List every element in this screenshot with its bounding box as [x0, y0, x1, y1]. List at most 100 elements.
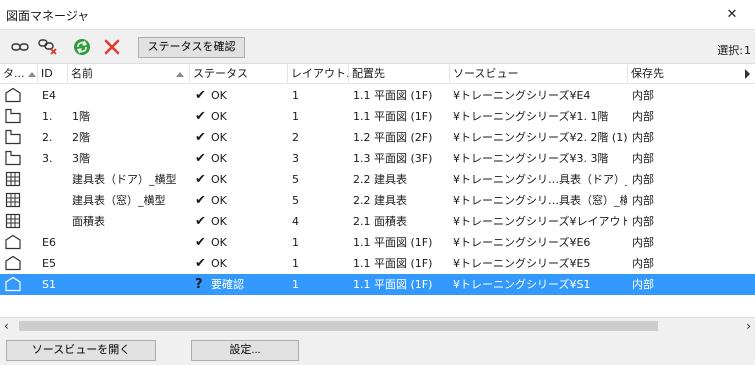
cell-status: ✔ OK	[195, 85, 288, 106]
cell-status: ✔ OK	[195, 127, 288, 148]
cell-storage: 内部	[632, 131, 654, 144]
checkmark-icon: ✔	[195, 256, 206, 271]
close-icon[interactable]: ✕	[723, 6, 741, 24]
house-icon	[4, 255, 22, 271]
cell-placement: 1.1 平面図 (1F)	[353, 110, 433, 123]
cell-source-view: ¥トレーニングシリーズ¥S1	[453, 278, 591, 291]
cell-id: E4	[42, 89, 56, 102]
cell-storage: 内部	[632, 110, 654, 123]
unlink-icon[interactable]	[38, 37, 58, 57]
column-header-placement[interactable]: 配置先	[349, 64, 450, 84]
cell-storage: 内部	[632, 152, 654, 165]
cell-source-view: ¥トレーニングシリーズ¥1. 1階	[453, 110, 609, 123]
cell-id: E6	[42, 236, 56, 249]
status-text: OK	[211, 236, 227, 249]
column-header-source-view-label: ソースビュー	[453, 67, 519, 80]
column-header-status-label: ステータス	[193, 67, 248, 80]
cell-id: 1.	[42, 110, 53, 123]
cell-storage: 内部	[632, 236, 654, 249]
scroll-right-arrow-icon[interactable]: ›	[746, 319, 751, 333]
table-row[interactable]: 3. 3階 ✔ OK 3 1.3 平面図 (3F) ¥トレーニングシリーズ¥3. 3階 内部	[0, 148, 755, 169]
cell-id	[42, 211, 68, 232]
checkmark-icon: ✔	[195, 151, 206, 166]
schedule-icon	[4, 192, 22, 208]
question-mark-icon: ?	[195, 277, 203, 292]
column-header-layout[interactable]: レイアウト...	[288, 64, 349, 84]
table-row[interactable]: 面積表 ✔ OK 4 2.1 面積表 ¥トレーニングシリーズ¥レイアウト¥面積表内部	[0, 211, 755, 232]
status-text: OK	[211, 215, 227, 228]
table-row[interactable]: 建具表（ドア）_横型 ✔ OK 5 2.2 建具表 ¥トレーニングシリ…具表（ドア）_横型…	[0, 169, 755, 190]
cell-source-view: ¥トレーニングシリ…具表（ドア）_横型	[453, 173, 627, 186]
selection-label: 選択:	[717, 44, 743, 57]
scrollbar-thumb[interactable]	[19, 321, 658, 331]
cell-layout: 4	[292, 215, 299, 228]
column-header-source-view[interactable]: ソースビュー	[450, 64, 628, 84]
open-source-view-button[interactable]: ソースビューを開く	[6, 340, 156, 361]
table-row[interactable]: 建具表（窓）_横型 ✔ OK 5 2.2 建具表 ¥トレーニングシリ…具表（窓）_横型 内部	[0, 190, 755, 211]
column-header-name-label: 名前	[71, 67, 93, 80]
table-row[interactable]: 1. 1階 ✔ OK 1 1.1 平面図 (1F) ¥トレーニングシリーズ¥1. 1階 内部	[0, 106, 755, 127]
cell-layout: 3	[292, 152, 299, 165]
cell-placement: 2.2 建具表	[353, 194, 407, 207]
column-header-type-label: タ...	[3, 67, 25, 80]
cell-layout: 5	[292, 173, 299, 186]
column-header-storage[interactable]: 保存先	[628, 64, 738, 84]
sort-ascending-icon	[28, 72, 36, 77]
cell-source-view: ¥トレーニングシリーズ¥E5	[453, 257, 591, 270]
toolbar: ステータスを確認 選択:1	[0, 31, 755, 62]
cell-name: 1階	[72, 110, 90, 123]
link-icon[interactable]	[10, 37, 30, 57]
schedule-icon	[4, 171, 22, 187]
column-header-storage-label: 保存先	[631, 67, 664, 80]
cell-placement: 1.3 平面図 (3F)	[353, 152, 433, 165]
scroll-left-arrow-icon[interactable]: ‹	[4, 319, 9, 333]
checkmark-icon: ✔	[195, 172, 206, 187]
window-title: 図面マネージャ	[6, 9, 90, 23]
cell-source-view: ¥トレーニングシリーズ¥3. 3階	[453, 152, 609, 165]
settings-button[interactable]: 設定...	[191, 340, 299, 361]
status-text: OK	[211, 257, 227, 270]
cell-status: ✔ OK	[195, 211, 288, 232]
cell-layout: 5	[292, 194, 299, 207]
checkmark-icon: ✔	[195, 235, 206, 250]
status-text: OK	[211, 131, 227, 144]
column-header-name[interactable]: 名前	[68, 64, 190, 84]
check-status-button[interactable]: ステータスを確認	[138, 37, 245, 58]
cell-name: 建具表（窓）_横型	[72, 194, 166, 207]
cell-placement: 1.1 平面図 (1F)	[353, 236, 433, 249]
cell-layout: 1	[292, 236, 299, 249]
cell-storage: 内部	[632, 215, 654, 228]
schedule-icon	[4, 213, 22, 229]
table-row[interactable]: 2. 2階 ✔ OK 2 1.2 平面図 (2F) ¥トレーニングシリーズ¥2. 2階 (1…	[0, 127, 755, 148]
cell-storage: 内部	[632, 278, 654, 291]
cell-status: ✔ OK	[195, 169, 288, 190]
checkmark-icon: ✔	[195, 193, 206, 208]
cell-name	[72, 253, 190, 274]
horizontal-scrollbar[interactable]: ‹ ›	[0, 319, 755, 333]
cell-id: 3.	[42, 152, 53, 165]
cell-id: E5	[42, 257, 56, 270]
drawing-table: タ... ID 名前 ステータス レイアウト... 配置先 ソースビュー 保存先…	[0, 63, 755, 318]
scroll-right-icon[interactable]	[745, 69, 750, 79]
table-row[interactable]: E4 ✔ OK 1 1.1 平面図 (1F) ¥トレーニングシリーズ¥E4 内部	[0, 85, 755, 106]
cell-name: 建具表（ドア）_横型	[72, 173, 177, 186]
cell-placement: 1.2 平面図 (2F)	[353, 131, 433, 144]
floor-plan-icon	[4, 108, 22, 124]
cell-id: S1	[42, 278, 56, 291]
table-row[interactable]: E6 ✔ OK 1 1.1 平面図 (1F) ¥トレーニングシリーズ¥E6 内部	[0, 232, 755, 253]
table-header: タ... ID 名前 ステータス レイアウト... 配置先 ソースビュー 保存先	[0, 64, 755, 84]
cell-source-view: ¥トレーニングシリーズ¥E6	[453, 236, 591, 249]
refresh-icon[interactable]	[72, 37, 92, 57]
cell-name	[72, 274, 190, 295]
cell-status: ? 要確認	[195, 274, 288, 295]
cell-source-view: ¥トレーニングシリーズ¥2. 2階 (1)	[453, 131, 627, 144]
cell-status: ✔ OK	[195, 106, 288, 127]
table-row[interactable]: S1? 要確認 1 1.1 平面図 (1F) ¥トレーニングシリーズ¥S1 内部	[0, 274, 755, 295]
cell-layout: 1	[292, 257, 299, 270]
delete-icon[interactable]	[102, 37, 122, 57]
selection-indicator: 選択:1	[717, 42, 751, 58]
status-text: OK	[211, 173, 227, 186]
table-row[interactable]: E5 ✔ OK 1 1.1 平面図 (1F) ¥トレーニングシリーズ¥E5 内部	[0, 253, 755, 274]
column-header-id[interactable]: ID	[38, 64, 68, 84]
column-header-status[interactable]: ステータス	[190, 64, 288, 84]
